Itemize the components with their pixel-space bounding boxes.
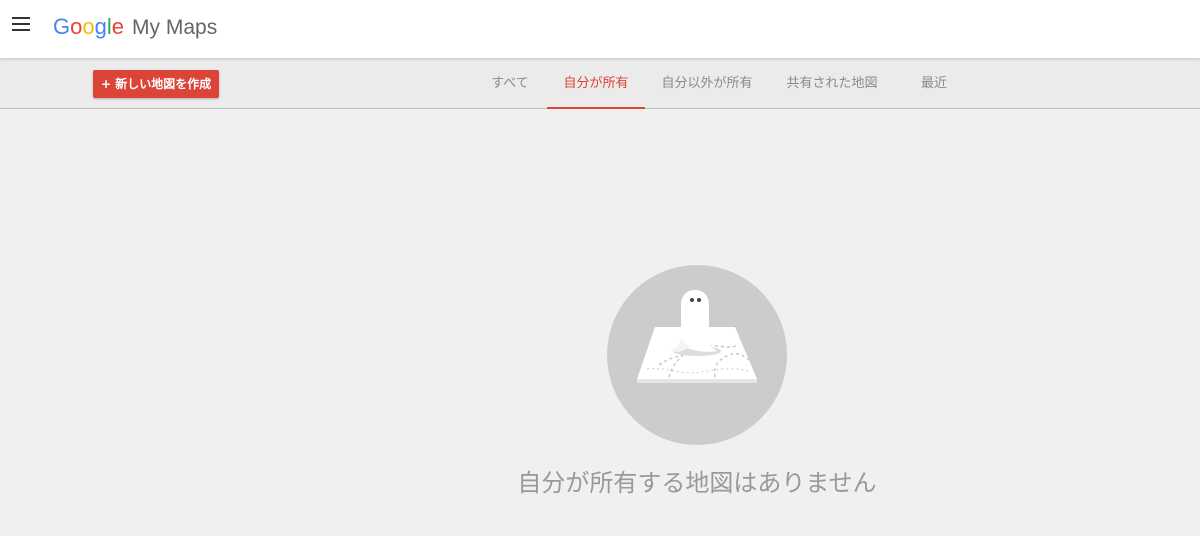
create-new-map-button[interactable]: + 新しい地図を作成	[93, 70, 220, 98]
logo-letter: e	[111, 14, 125, 39]
app-logo[interactable]: G o o g l e My Maps	[53, 12, 217, 42]
map-filter-tabs: すべて 自分が所有 自分以外が所有 共有された地図 最近	[470, 58, 970, 109]
app-header: G o o g l e My Maps	[0, 0, 1200, 58]
hamburger-menu-icon[interactable]	[12, 16, 32, 32]
logo-letter: o	[70, 14, 83, 39]
tab-shared-maps[interactable]: 共有された地図	[773, 58, 891, 108]
tab-label: 共有された地図	[786, 76, 878, 91]
logo-letter: o	[82, 14, 95, 39]
map-list-toolbar: + 新しい地図を作成 すべて 自分が所有 自分以外が所有 共有された地図 最近	[0, 58, 1200, 109]
product-name: My Maps	[132, 16, 218, 39]
tab-owned-by-others[interactable]: 自分以外が所有	[648, 58, 766, 108]
tab-label: すべて	[491, 76, 529, 91]
tab-label: 自分が所有	[563, 76, 629, 91]
empty-state-message: 自分が所有する地図はありません	[517, 469, 877, 497]
tab-label: 自分以外が所有	[661, 76, 753, 91]
tab-label: 最近	[920, 76, 947, 91]
logo-letter: g	[94, 14, 107, 39]
empty-state: 自分が所有する地図はありません	[0, 109, 1200, 536]
logo-letter: G	[53, 14, 71, 39]
tab-all[interactable]: すべて	[476, 58, 544, 108]
tab-owned-by-me[interactable]: 自分が所有	[547, 58, 645, 109]
tab-indicator	[547, 107, 645, 109]
tab-recent[interactable]: 最近	[904, 58, 964, 108]
ghost-on-map-icon	[607, 265, 787, 445]
